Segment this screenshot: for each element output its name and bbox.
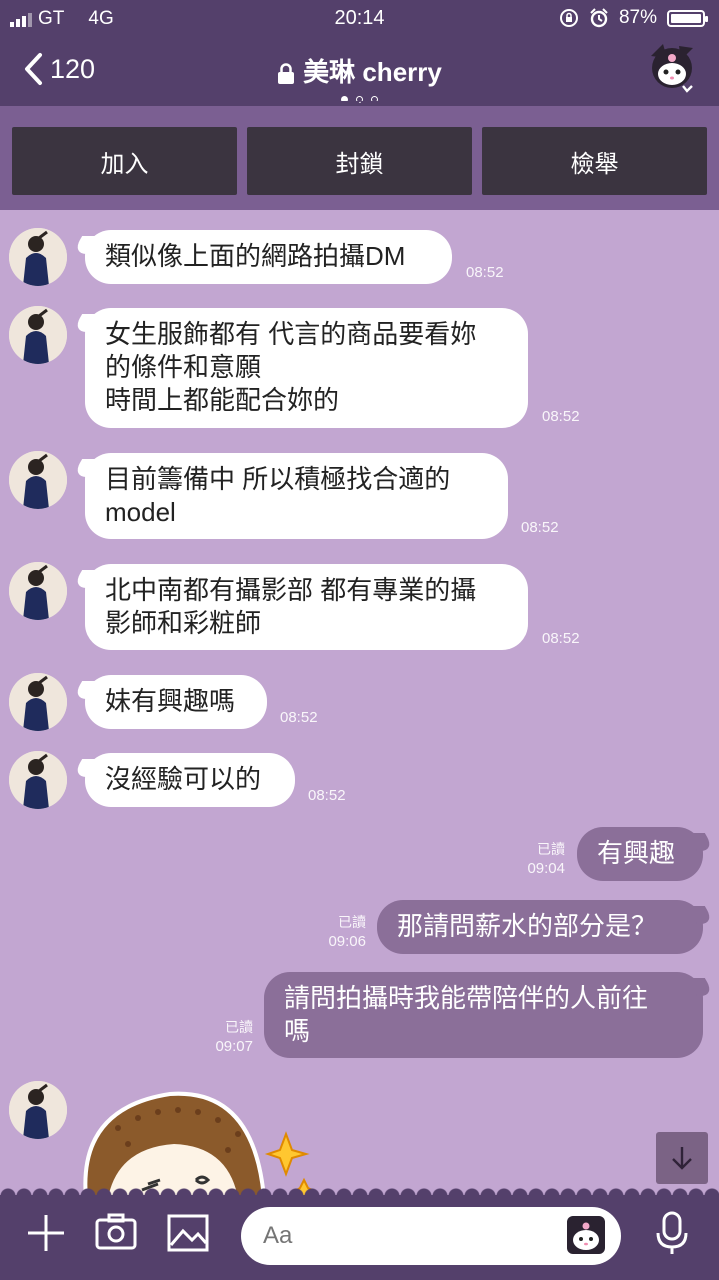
report-button[interactable]: 檢舉 [482, 127, 707, 195]
avatar[interactable] [9, 562, 67, 620]
chat-title-text: 美琳 cherry [303, 57, 442, 87]
message-bubble[interactable]: 妹有興趣嗎 [85, 675, 267, 729]
action-bar: 加入 封鎖 檢舉 [0, 106, 719, 210]
message-time: 08:52 [542, 630, 580, 647]
rotation-lock-icon [559, 9, 578, 27]
menu-dropdown-button[interactable] [643, 42, 701, 98]
message-bubble[interactable]: 那請問薪水的部分是？ [377, 900, 703, 954]
avatar[interactable] [9, 751, 67, 809]
add-friend-button[interactable]: 加入 [12, 127, 237, 195]
microphone-icon[interactable] [650, 1211, 694, 1255]
message-input[interactable] [241, 1207, 621, 1265]
message-bubble[interactable]: 女生服飾都有 代言的商品要看妳 的條件和意願 時間上都能配合妳的 [85, 308, 528, 428]
message-time: 08:52 [521, 519, 559, 536]
read-receipt: 已讀 09:06 [328, 914, 366, 950]
kuromi-icon [651, 44, 693, 93]
lock-icon [278, 63, 295, 85]
alarm-icon [590, 8, 608, 28]
message-time: 08:52 [308, 787, 346, 804]
message-bubble[interactable]: 沒經驗可以的 [85, 753, 295, 807]
message-bubble[interactable]: 北中南都有攝影部 都有專業的攝 影師和彩粧師 [85, 564, 528, 650]
avatar[interactable] [9, 306, 67, 364]
battery-percent: 87% [618, 7, 657, 28]
chat-area[interactable]: 類似像上面的網路拍攝DM 08:52 女生服飾都有 代言的商品要看妳 的條件和意… [0, 210, 719, 1195]
nav-bar: 120 美琳 cherry [0, 38, 719, 106]
message-bubble[interactable]: 類似像上面的網路拍攝DM [85, 230, 452, 284]
image-icon[interactable] [166, 1211, 210, 1255]
chat-title[interactable]: 美琳 cherry [0, 52, 719, 89]
read-receipt: 已讀 09:07 [215, 1019, 253, 1055]
message-bubble[interactable]: 有興趣 [577, 827, 703, 881]
chat-header: GT 4G 20:14 87% 120 美琳 cherry [0, 0, 719, 106]
message-bubble[interactable]: 請問拍攝時我能帶陪伴的人前往 嗎 [264, 972, 703, 1058]
read-receipt: 已讀 09:04 [527, 841, 565, 877]
plus-icon[interactable] [24, 1211, 68, 1255]
block-button[interactable]: 封鎖 [247, 127, 472, 195]
footer-scallop-border [0, 1180, 719, 1196]
avatar[interactable] [9, 451, 67, 509]
message-time: 08:52 [542, 408, 580, 425]
camera-icon[interactable] [94, 1211, 138, 1255]
battery-icon [667, 9, 708, 27]
kuromi-emoji-icon[interactable] [566, 1215, 606, 1255]
arrow-down-icon [672, 1147, 692, 1170]
avatar[interactable] [9, 673, 67, 731]
sticker-image[interactable] [78, 1088, 318, 1195]
input-bar [0, 1195, 719, 1280]
scroll-to-bottom-button[interactable] [656, 1132, 708, 1184]
message-bubble[interactable]: 目前籌備中 所以積極找合適的 model [85, 453, 508, 539]
avatar[interactable] [9, 1081, 67, 1139]
avatar[interactable] [9, 228, 67, 286]
status-bar: GT 4G 20:14 87% [0, 0, 719, 38]
message-time: 08:52 [466, 264, 504, 281]
message-time: 08:52 [280, 709, 318, 726]
